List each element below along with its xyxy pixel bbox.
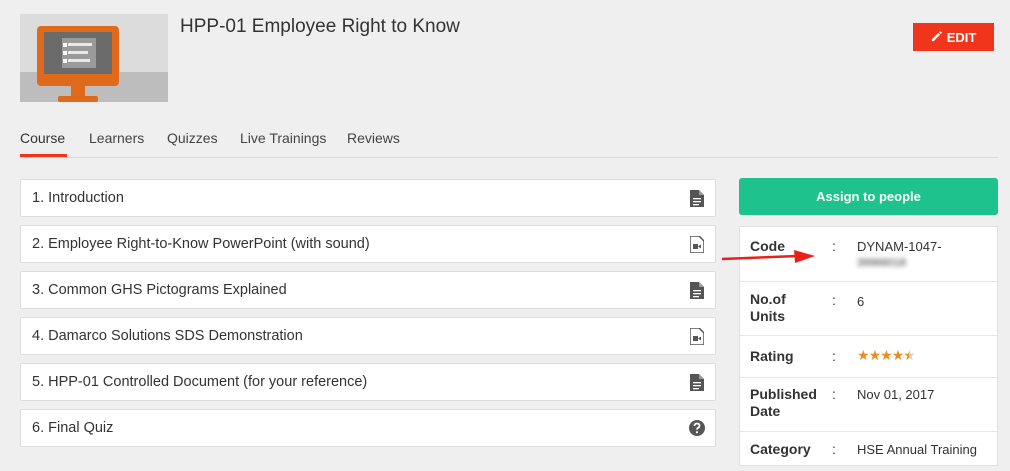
document-icon [689, 189, 705, 207]
rating-label: Rating [750, 348, 794, 364]
separator: : [832, 238, 836, 254]
question-icon [689, 419, 705, 437]
lesson-label: 4. Damarco Solutions SDS Demonstration [32, 328, 303, 344]
rating-stars: ★★★★★ [857, 347, 916, 364]
video-icon [689, 327, 705, 345]
lesson-label: 2. Employee Right-to-Know PowerPoint (wi… [32, 236, 370, 252]
category-value: HSE Annual Training [857, 442, 977, 457]
separator: : [832, 386, 836, 402]
tab-learners[interactable]: Learners [89, 130, 144, 146]
lesson-item[interactable]: 5. HPP-01 Controlled Document (for your … [20, 363, 716, 401]
edit-button[interactable]: EDIT [913, 23, 994, 51]
annotation-arrow-icon [721, 250, 815, 263]
units-value: 6 [857, 294, 865, 309]
active-tab-indicator [20, 154, 67, 157]
star-icon: ★ [857, 347, 870, 363]
lesson-label: 6. Final Quiz [32, 420, 114, 436]
tab-bar: Course Learners Quizzes Live Trainings R… [20, 128, 998, 158]
document-icon [689, 373, 705, 391]
star-icon: ★ [891, 347, 905, 363]
category-label: Category [750, 441, 811, 457]
separator: : [832, 348, 836, 364]
video-icon [689, 235, 705, 253]
lesson-label: 5. HPP-01 Controlled Document (for your … [32, 374, 368, 390]
code-value: DYNAM-1047- [857, 239, 942, 254]
tab-quizzes[interactable]: Quizzes [167, 130, 218, 146]
page-title: HPP-01 Employee Right to Know [180, 16, 460, 37]
lesson-item[interactable]: 1. Introduction [20, 179, 716, 217]
assign-to-people-button[interactable]: Assign to people [739, 178, 998, 215]
lesson-label: 1. Introduction [32, 190, 124, 206]
lesson-item[interactable]: 4. Damarco Solutions SDS Demonstration [20, 317, 716, 355]
info-row-published: Published Date : Nov 01, 2017 [740, 377, 997, 432]
document-icon [689, 281, 705, 299]
tab-course[interactable]: Course [20, 130, 65, 146]
info-row-rating: Rating : ★★★★★ [740, 335, 997, 378]
tab-reviews[interactable]: Reviews [347, 130, 400, 146]
lesson-item[interactable]: 6. Final Quiz [20, 409, 716, 447]
lesson-item[interactable]: 2. Employee Right-to-Know PowerPoint (wi… [20, 225, 716, 263]
published-label: Published Date [750, 386, 817, 419]
pencil-icon [931, 30, 942, 45]
lesson-label: 3. Common GHS Pictograms Explained [32, 282, 287, 298]
edit-label: EDIT [946, 29, 977, 45]
separator: : [832, 292, 836, 308]
info-row-category: Category : HSE Annual Training [740, 431, 997, 471]
published-value: Nov 01, 2017 [857, 387, 935, 402]
lesson-item[interactable]: 3. Common GHS Pictograms Explained [20, 271, 716, 309]
units-label: No.of Units [750, 291, 786, 324]
half-star-icon: ★ [903, 347, 916, 363]
star-icon: ★ [880, 347, 893, 363]
separator: : [832, 441, 836, 457]
tab-live-trainings[interactable]: Live Trainings [240, 130, 326, 146]
star-icon: ★ [868, 347, 882, 363]
course-thumbnail [20, 14, 168, 102]
code-value-hidden: 39966018 [857, 257, 906, 269]
computer-icon [37, 26, 119, 86]
info-row-units: No.of Units : 6 [740, 281, 997, 336]
